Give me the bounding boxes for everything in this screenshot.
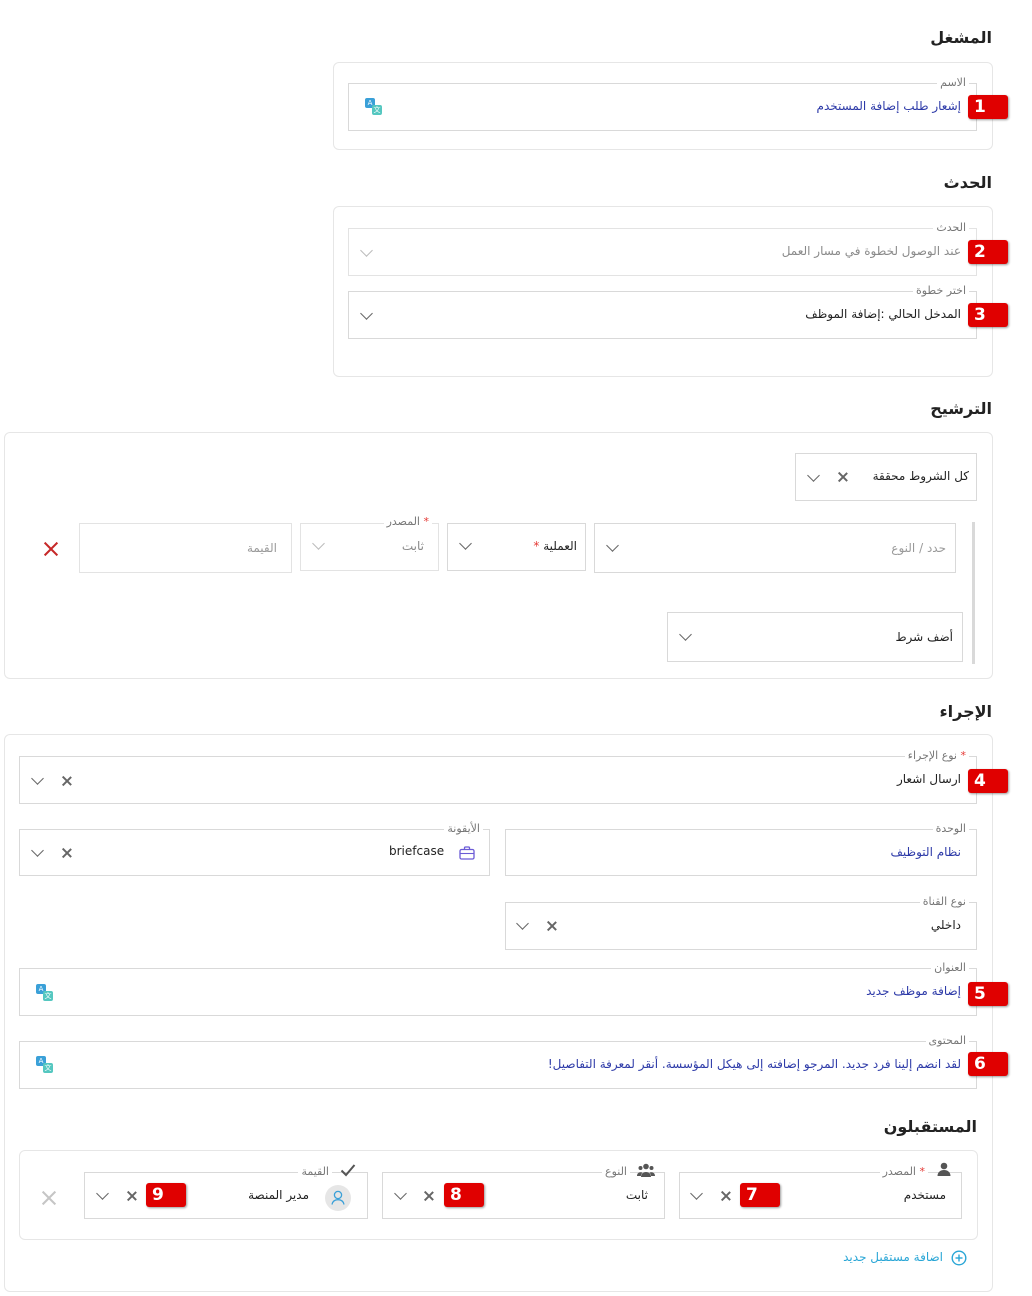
clear-icon[interactable] xyxy=(61,847,73,859)
remove-recipient-icon[interactable] xyxy=(40,1189,58,1207)
add-condition-label: أضف شرط xyxy=(895,630,953,644)
name-label: الاسم xyxy=(937,76,969,89)
add-recipient-link[interactable]: اضافة مستقبل جديد xyxy=(843,1250,943,1264)
channel-value: داخلي xyxy=(930,918,961,932)
step-value: المدخل الحالي :إضافة الموظف xyxy=(805,307,961,321)
value-placeholder: القيمة xyxy=(246,541,277,555)
group-icon xyxy=(637,1162,655,1177)
channel-select[interactable] xyxy=(505,902,977,950)
subject-value: إضافة موظف جديد xyxy=(866,984,961,998)
translate-icon[interactable]: A文 xyxy=(36,984,54,1002)
subject-label: العنوان xyxy=(931,961,969,974)
translate-icon[interactable]: A文 xyxy=(365,98,383,116)
filter-source-value: ثابت xyxy=(401,539,424,553)
unit-value: نظام التوظيف xyxy=(890,845,962,859)
clear-icon[interactable] xyxy=(720,1190,732,1202)
recipients-section-title: المستقبلون xyxy=(883,1117,977,1136)
annotation-badge-1: 1 xyxy=(968,95,1008,119)
briefcase-icon xyxy=(459,845,475,860)
icon-value: briefcase xyxy=(389,844,445,858)
action-section-title: الإجراء xyxy=(939,702,992,721)
operator-section-title: المشغل xyxy=(930,28,992,47)
annotation-badge-7: 7 xyxy=(740,1183,780,1207)
recipient-value-label: القيمة xyxy=(298,1165,332,1178)
action-type-select[interactable] xyxy=(19,756,977,804)
filter-source-label: * المصدر xyxy=(383,515,432,528)
annotation-badge-4: 4 xyxy=(968,769,1008,793)
event-label: الحدث xyxy=(933,221,969,234)
annotation-badge-5: 5 xyxy=(968,982,1008,1006)
name-value: إشعار طلب إضافة المستخدم xyxy=(816,99,961,113)
content-value: لقد انضم إلينا فرد جديد. المرجو إضافته إ… xyxy=(547,1057,961,1071)
remove-condition-icon[interactable] xyxy=(42,540,60,558)
clear-icon[interactable] xyxy=(126,1190,138,1202)
recipient-type-value: ثابت xyxy=(625,1188,648,1202)
action-type-value: ارسال اشعار xyxy=(896,772,961,786)
type-placeholder: حدد / النوع xyxy=(891,541,946,555)
step-label: اختر خطوة xyxy=(912,284,969,297)
annotation-badge-6: 6 xyxy=(968,1052,1008,1076)
avatar xyxy=(325,1185,351,1211)
channel-label: نوع القناة xyxy=(919,895,969,908)
icon-label: الأيقونة xyxy=(444,822,483,835)
operation-label: العملية * xyxy=(533,539,577,553)
translate-icon[interactable]: A文 xyxy=(36,1056,54,1074)
clear-icon[interactable] xyxy=(423,1190,435,1202)
event-value: عند الوصول لخطوة في مسار العمل xyxy=(781,244,961,258)
annotation-badge-3: 3 xyxy=(968,303,1008,327)
recipient-source-value: مستخدم xyxy=(903,1188,946,1202)
content-label: المحتوى xyxy=(925,1034,969,1047)
annotation-badge-8: 8 xyxy=(444,1183,484,1207)
unit-label: الوحدة xyxy=(932,822,969,835)
plus-circle-icon[interactable] xyxy=(951,1250,967,1266)
event-section-title: الحدث xyxy=(943,173,992,192)
recipient-source-label: * المصدر xyxy=(879,1165,928,1178)
recipient-type-label: النوع xyxy=(602,1165,630,1178)
subject-field[interactable] xyxy=(19,968,977,1016)
conditions-value: كل الشروط محققة xyxy=(872,469,969,483)
action-type-label: * نوع الإجراء xyxy=(904,749,969,762)
clear-icon[interactable] xyxy=(837,471,849,483)
filter-section-title: الترشيح xyxy=(930,399,992,418)
annotation-badge-9: 9 xyxy=(146,1183,186,1207)
clear-icon[interactable] xyxy=(546,920,558,932)
annotation-badge-2: 2 xyxy=(968,240,1008,264)
user-icon xyxy=(936,1161,952,1176)
clear-icon[interactable] xyxy=(61,775,73,787)
check-icon xyxy=(340,1162,356,1177)
condition-group-line xyxy=(972,522,975,664)
recipient-value-value: مدير المنصة xyxy=(248,1188,309,1202)
